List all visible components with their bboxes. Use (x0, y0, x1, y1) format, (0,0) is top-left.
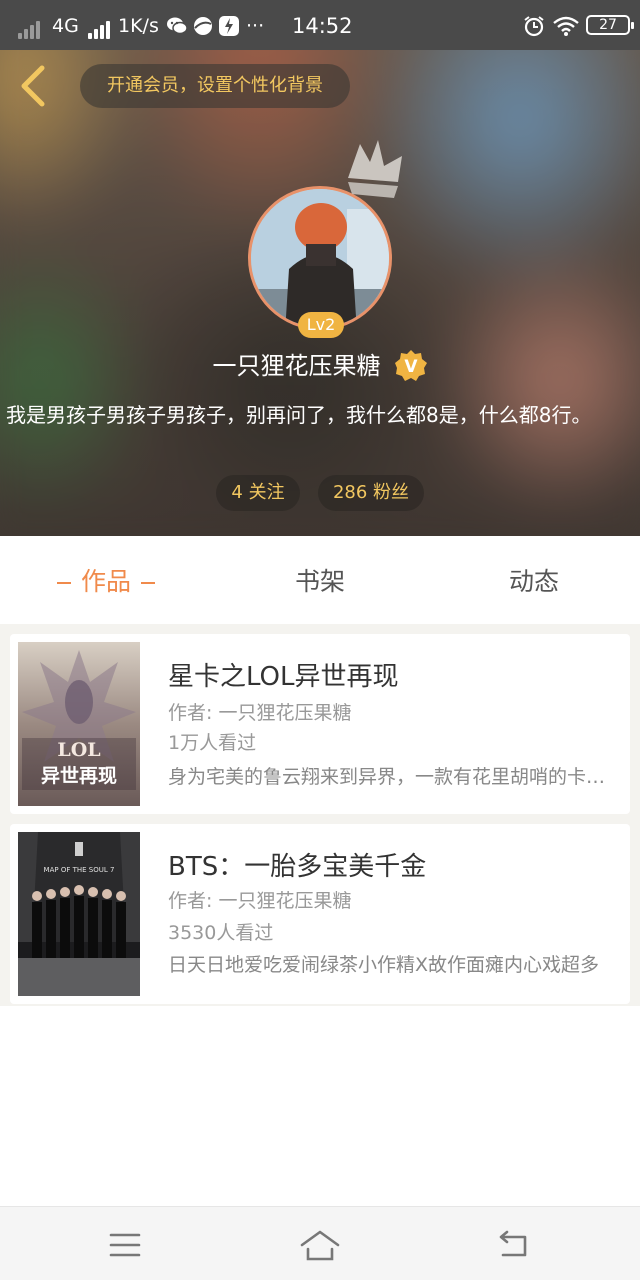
work-author: 作者: 一只狸花压果糖 (168, 890, 352, 912)
username: 一只狸花压果糖 (212, 352, 381, 380)
work-views: 3530人看过 (168, 922, 274, 944)
work-description: 日天日地爱吃爱闹绿茶小作精X故作面瘫内心戏超多 (168, 954, 600, 976)
level-badge: Lv2 (298, 312, 344, 338)
avatar-image (251, 189, 389, 327)
work-author: 作者: 一只狸花压果糖 (168, 702, 352, 724)
menu-icon (109, 1233, 141, 1257)
book-cover: LOL 异世再现 (18, 642, 140, 806)
bolt-icon (218, 13, 240, 39)
network-type: 4G (52, 15, 79, 37)
back-nav-button[interactable] (493, 1225, 537, 1265)
tab-activity[interactable]: 动态 (428, 536, 640, 624)
network-speed: 1K/s (118, 15, 159, 37)
chevron-left-icon (21, 65, 45, 107)
clock: 14:52 (292, 14, 353, 38)
wifi-icon (552, 13, 580, 39)
back-button[interactable] (14, 62, 54, 110)
profile-tabs: 作品 书架 动态 (0, 536, 640, 624)
bio-text: 我是男孩子男孩子男孩子，别再问了，我什么都8是，什么都8行。 (6, 403, 592, 427)
following-count[interactable]: 4 关注 (216, 475, 300, 511)
status-bar: 4G 1K/s ··· 14:52 27 (0, 0, 640, 50)
svg-text:异世再现: 异世再现 (41, 765, 117, 787)
verified-icon: V (394, 349, 428, 383)
works-list: LOL 异世再现 星卡之LOL异世再现 作者: 一只狸花压果糖 1万人看过 身为… (0, 624, 640, 1006)
work-title: BTS：一胎多宝美千金 (168, 852, 427, 882)
followers-count[interactable]: 286 粉丝 (318, 475, 424, 511)
svg-text:LOL: LOL (57, 739, 100, 761)
system-nav-bar (0, 1206, 640, 1280)
tab-bookshelf[interactable]: 书架 (214, 536, 426, 624)
battery-icon: 27 (586, 15, 634, 35)
alarm-icon (522, 13, 546, 39)
signal-strength-icon (88, 13, 110, 39)
svg-text:MAP OF THE SOUL 7: MAP OF THE SOUL 7 (44, 866, 115, 874)
avatar[interactable] (248, 186, 392, 330)
svg-text:V: V (404, 357, 418, 377)
home-icon (300, 1230, 340, 1261)
wechat-icon (166, 13, 188, 39)
more-dots: ··· (246, 15, 265, 37)
work-views: 1万人看过 (168, 732, 257, 754)
work-card[interactable]: LOL 异世再现 星卡之LOL异世再现 作者: 一只狸花压果糖 1万人看过 身为… (10, 634, 630, 814)
work-description: 身为宅美的鲁云翔来到异界，一款有花里胡哨的卡牌游戏 (168, 766, 608, 788)
work-card[interactable]: MAP OF THE SOUL 7 BTS：一胎多宝美千金 作者: 一只狸花压果… (10, 824, 630, 1004)
browser-icon (192, 13, 214, 39)
book-cover: MAP OF THE SOUL 7 (18, 832, 140, 996)
home-button[interactable] (298, 1225, 342, 1265)
back-icon (499, 1230, 527, 1257)
work-title: 星卡之LOL异世再现 (168, 662, 399, 692)
signal-icon (18, 13, 44, 39)
tab-works[interactable]: 作品 (0, 536, 212, 624)
menu-button[interactable] (103, 1225, 147, 1265)
vip-background-button[interactable]: 开通会员，设置个性化背景 (80, 64, 350, 108)
profile-header: 4G 1K/s ··· 14:52 27 开通会员，设置个性化背景 Lv2 一只… (0, 0, 640, 536)
crown-icon (348, 140, 402, 198)
